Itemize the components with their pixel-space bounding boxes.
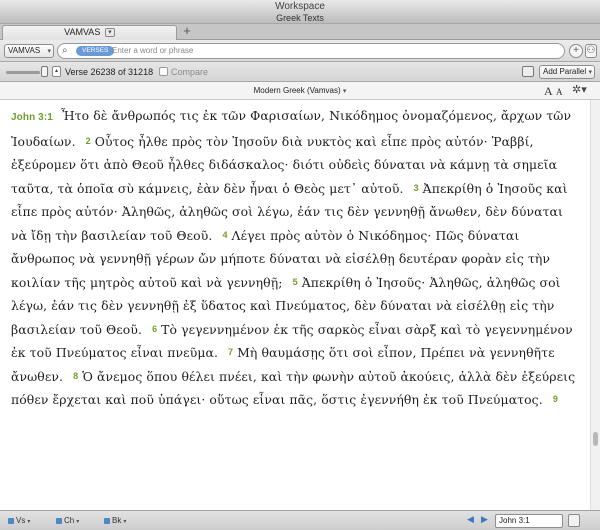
tab-menu-icon[interactable]: ▾ <box>104 28 115 38</box>
chevron-down-icon: ▾ <box>342 88 347 95</box>
text-header: Modern Greek (Vamvas) ▾ A A ✲▾ <box>0 82 600 100</box>
verse-text: Ὁ ἄνεμος ὅπου θέλει πνέει, καὶ τὴν φωνὴν… <box>11 368 576 408</box>
resource-select[interactable]: VAMVAS ▾ <box>4 44 54 58</box>
verse-nav-bar: ▴ Verse 26238 of 31218 Compare Add Paral… <box>0 62 600 82</box>
chevron-down-icon: ▾ <box>47 48 51 55</box>
compare-label: Compare <box>171 67 209 77</box>
bottom-bar: Vs ▾ Ch ▾ Bk ▾ ◀ ▶ John 3:1 <box>0 510 600 530</box>
chevron-down-icon: ▾ <box>27 519 31 525</box>
search-icon[interactable]: ⌕ <box>62 44 68 58</box>
passage-text: John 3:1 Ἦτο δὲ ἄνθρωπός τις ἐκ τῶν Φαρι… <box>11 104 582 412</box>
verse-number[interactable]: 5 <box>293 277 298 287</box>
resize-icon[interactable] <box>568 514 580 527</box>
verse-slider-handle[interactable] <box>41 66 48 77</box>
chevron-down-icon: ▾ <box>76 519 80 525</box>
font-size-decrease-icon[interactable]: A <box>556 87 563 97</box>
search-toolbar: VAMVAS ▾ ⌕ VERSES Enter a word or phrase… <box>0 40 600 62</box>
verse-slider-track[interactable] <box>6 71 40 74</box>
verse-link-label: Vs <box>16 516 26 525</box>
search-placeholder: Enter a word or phrase <box>112 46 194 55</box>
tab-vamvas[interactable]: VAMVAS ▾ <box>2 25 177 40</box>
tab-label: VAMVAS <box>64 27 101 37</box>
reading-pane[interactable]: John 3:1 Ἦτο δὲ ἄνθρωπός τις ἐκ τῶν Φαρι… <box>0 100 590 510</box>
panel-icon[interactable] <box>522 66 534 77</box>
verse-number[interactable]: 6 <box>152 324 157 334</box>
verse-number[interactable]: 3 <box>414 183 419 193</box>
tab-strip: VAMVAS ▾ + <box>0 24 600 40</box>
link-dot-icon <box>104 518 110 524</box>
add-tab-icon[interactable]: + <box>180 24 194 39</box>
passage-reference[interactable]: John 3:1 <box>11 112 53 123</box>
link-dot-icon <box>56 518 62 524</box>
verse-number[interactable]: 8 <box>73 371 78 381</box>
verse-number[interactable]: 7 <box>228 347 233 357</box>
compare-checkbox[interactable] <box>159 67 168 76</box>
next-arrow-icon[interactable]: ▶ <box>481 514 488 525</box>
chapter-link-label: Ch <box>64 516 75 525</box>
add-icon[interactable]: + <box>569 44 583 58</box>
verse-number[interactable]: 4 <box>222 230 227 240</box>
gear-icon[interactable]: ✲▾ <box>572 83 587 96</box>
version-selector[interactable]: Modern Greek (Vamvas) ▾ <box>0 82 600 101</box>
verse-number[interactable]: 2 <box>86 136 91 146</box>
chevron-down-icon: ▾ <box>123 519 127 525</box>
add-parallel-label: Add Parallel <box>543 67 587 76</box>
scroll-thumb[interactable] <box>593 432 598 446</box>
verse-picker-button[interactable]: ▴ <box>52 66 61 77</box>
previous-arrow-icon[interactable]: ◀ <box>467 514 474 525</box>
verse-position: Verse 26238 of 31218 <box>65 67 154 77</box>
chapter-link-button[interactable]: Ch ▾ <box>56 513 79 528</box>
share-icon[interactable]: ⚇ <box>585 44 597 58</box>
resource-title: Greek Texts <box>0 13 600 24</box>
search-scope-chip[interactable]: VERSES <box>76 46 115 56</box>
add-parallel-button[interactable]: Add Parallel ▾ <box>539 65 595 79</box>
reader-scrollbar[interactable] <box>590 100 600 510</box>
link-dot-icon <box>8 518 14 524</box>
version-title: Modern Greek (Vamvas) <box>253 86 341 95</box>
book-link-button[interactable]: Bk ▾ <box>104 513 126 528</box>
verse-link-button[interactable]: Vs ▾ <box>8 513 30 528</box>
reference-input[interactable]: John 3:1 <box>495 514 563 528</box>
verse-number[interactable]: 9 <box>553 394 558 404</box>
search-input[interactable]: ⌕ VERSES Enter a word or phrase <box>57 43 565 59</box>
chevron-down-icon: ▾ <box>588 69 592 76</box>
resource-select-label: VAMVAS <box>8 46 41 55</box>
font-size-increase-icon[interactable]: A <box>544 84 553 99</box>
window-title: Workspace <box>0 0 600 13</box>
book-link-label: Bk <box>112 516 122 525</box>
